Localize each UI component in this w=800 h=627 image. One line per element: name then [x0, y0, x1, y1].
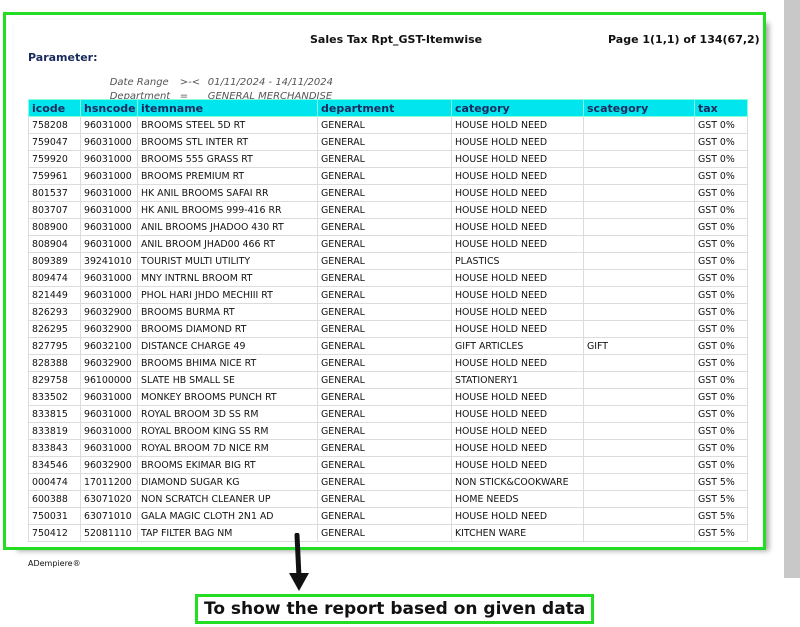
highlight-box — [3, 12, 766, 550]
annotation-caption: To show the report based on given data — [195, 594, 595, 624]
footer-brand: ADempiere® — [28, 559, 81, 568]
arrow-down-icon — [289, 533, 309, 591]
vertical-scrollbar[interactable] — [784, 0, 800, 578]
